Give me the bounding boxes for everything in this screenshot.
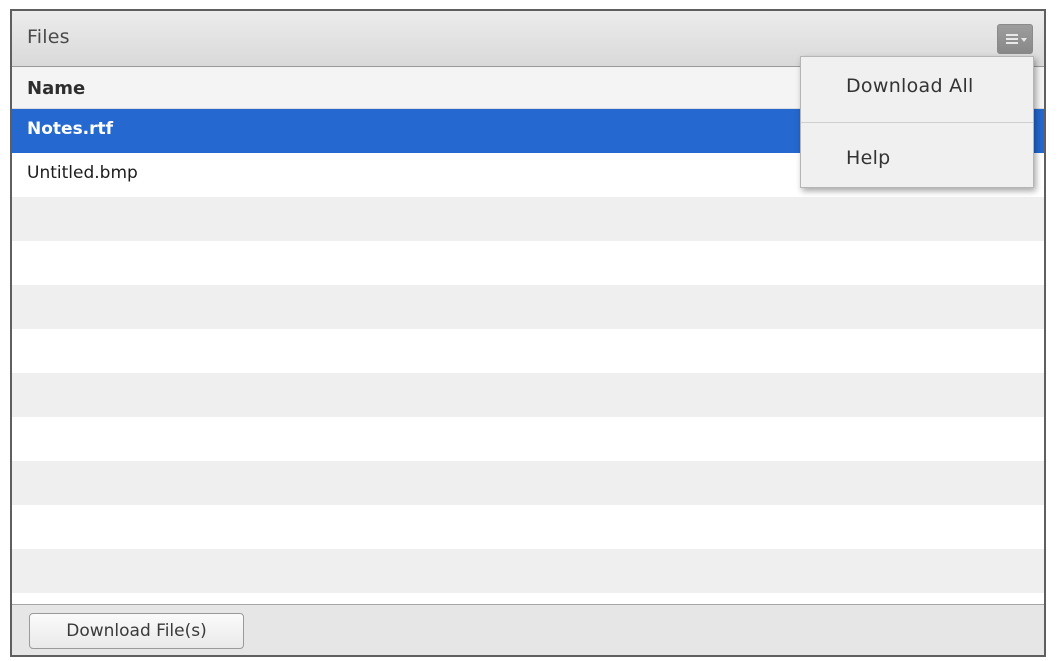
panel-menu-button[interactable]	[997, 24, 1033, 54]
panel-title: Files	[27, 26, 70, 48]
empty-row	[12, 285, 1044, 329]
chevron-down-icon	[1021, 38, 1027, 42]
panel-menu-dropdown: Download All Help	[800, 56, 1034, 188]
menu-icon	[1006, 34, 1018, 44]
menu-item-download-all[interactable]: Download All	[801, 57, 1033, 119]
empty-row	[12, 417, 1044, 461]
menu-item-label: Download All	[846, 75, 974, 97]
empty-row	[12, 549, 1044, 593]
empty-row	[12, 241, 1044, 285]
panel-footer: Download File(s)	[12, 604, 1044, 655]
download-files-button[interactable]: Download File(s)	[29, 613, 244, 649]
empty-row	[12, 373, 1044, 417]
file-name: Notes.rtf	[27, 119, 114, 139]
menu-item-label: Help	[846, 147, 891, 169]
empty-row	[12, 461, 1044, 505]
empty-row	[12, 197, 1044, 241]
empty-row	[12, 329, 1044, 373]
menu-item-help[interactable]: Help	[801, 123, 1033, 185]
column-header-label: Name	[27, 78, 86, 99]
file-name: Untitled.bmp	[27, 163, 138, 183]
empty-row	[12, 505, 1044, 549]
